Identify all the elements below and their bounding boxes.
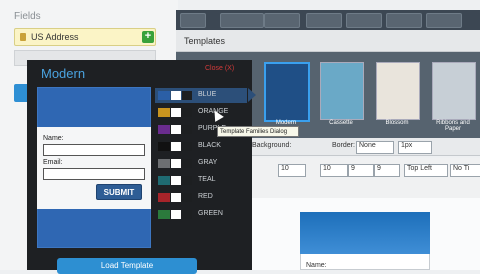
fields-title: Fields [14,11,41,22]
toolbar-button[interactable] [264,13,300,28]
color-name: GREEN [198,210,223,217]
color-option-gray[interactable]: GRAY [156,157,246,170]
template-thumb-modern[interactable] [264,62,310,122]
size-input[interactable]: 9 [348,164,374,177]
canvas-name-label: Name: [306,262,327,269]
swatch [182,142,192,151]
template-thumb-cassette[interactable] [320,62,364,120]
color-option-red[interactable]: RED [156,191,246,204]
toolbar-button[interactable] [346,13,382,28]
swatch [171,108,181,117]
template-label: Ribbons and Paper [436,120,470,132]
border-select[interactable]: None [356,141,394,154]
swatch [171,210,181,219]
swatch [182,176,192,185]
swatch [171,159,181,168]
swatch [158,142,170,151]
field-label: US Address [31,32,79,42]
border-width-select[interactable]: 1px [398,141,432,154]
templates-header: Templates [176,30,480,52]
email-label: Email: [43,159,63,166]
color-option-orange[interactable]: ORANGE [156,106,246,119]
border-label: Border: [332,142,355,149]
toolbar-button[interactable] [426,13,462,28]
swatch [182,108,192,117]
color-name: TEAL [198,176,216,183]
template-thumb-ribbons[interactable] [432,62,476,120]
swatch [158,159,170,168]
color-name: BLACK [198,142,221,149]
size-input[interactable]: 10 [320,164,348,177]
color-option-black[interactable]: BLACK [156,140,246,153]
swatch [171,142,181,151]
swatch [171,176,181,185]
extra-select[interactable]: No Ti [450,164,480,177]
size-input[interactable]: 9 [374,164,400,177]
color-option-teal[interactable]: TEAL [156,174,246,187]
editor-toolbar [176,10,480,30]
pin-icon [20,33,26,41]
color-option-green[interactable]: GREEN [156,208,246,221]
template-label: Blossom [385,120,409,126]
dialog-title: Modern [41,66,86,81]
add-icon[interactable]: + [142,31,154,43]
color-name: RED [198,193,213,200]
swatch [182,193,192,202]
color-name: BLUE [198,91,217,98]
toolbar-button[interactable] [306,13,342,28]
swatch [171,91,181,100]
close-button[interactable]: Close (X) [205,65,234,72]
color-name: GRAY [198,159,218,166]
template-thumb-blossom[interactable] [376,62,420,120]
load-template-button[interactable]: Load Template [57,258,197,274]
swatch [182,159,192,168]
name-label: Name: [43,135,64,142]
canvas-card-header [300,212,430,254]
properties-bar: Background: Border: None 1px [248,138,480,156]
field-us-address[interactable]: US Address [14,28,156,46]
align-select[interactable]: Top Left [404,164,448,177]
swatch [182,91,192,100]
submit-button[interactable]: SUBMIT [96,184,142,200]
properties-bar-2: 10 10 9 9 Top Left No Ti [248,158,480,198]
toolbar-button[interactable] [220,13,264,28]
toolbar-button[interactable] [386,13,422,28]
swatch [158,210,170,219]
template-label: Cassette [329,120,353,126]
name-input[interactable] [43,144,145,156]
swatch [158,193,170,202]
selection-arrow [248,88,256,102]
tooltip: Template Families Dialog [217,126,299,137]
background-label: Background: [252,142,292,149]
toolbar-button[interactable] [180,13,206,28]
swatch [171,193,181,202]
swatch [158,108,170,117]
swatch [182,125,192,134]
swatch [158,176,170,185]
swatch [158,91,170,100]
color-option-blue[interactable]: BLUE [156,89,246,102]
swatch [182,210,192,219]
size-input[interactable]: 10 [278,164,306,177]
swatch [158,125,170,134]
swatch [171,125,181,134]
email-input[interactable] [43,168,145,180]
